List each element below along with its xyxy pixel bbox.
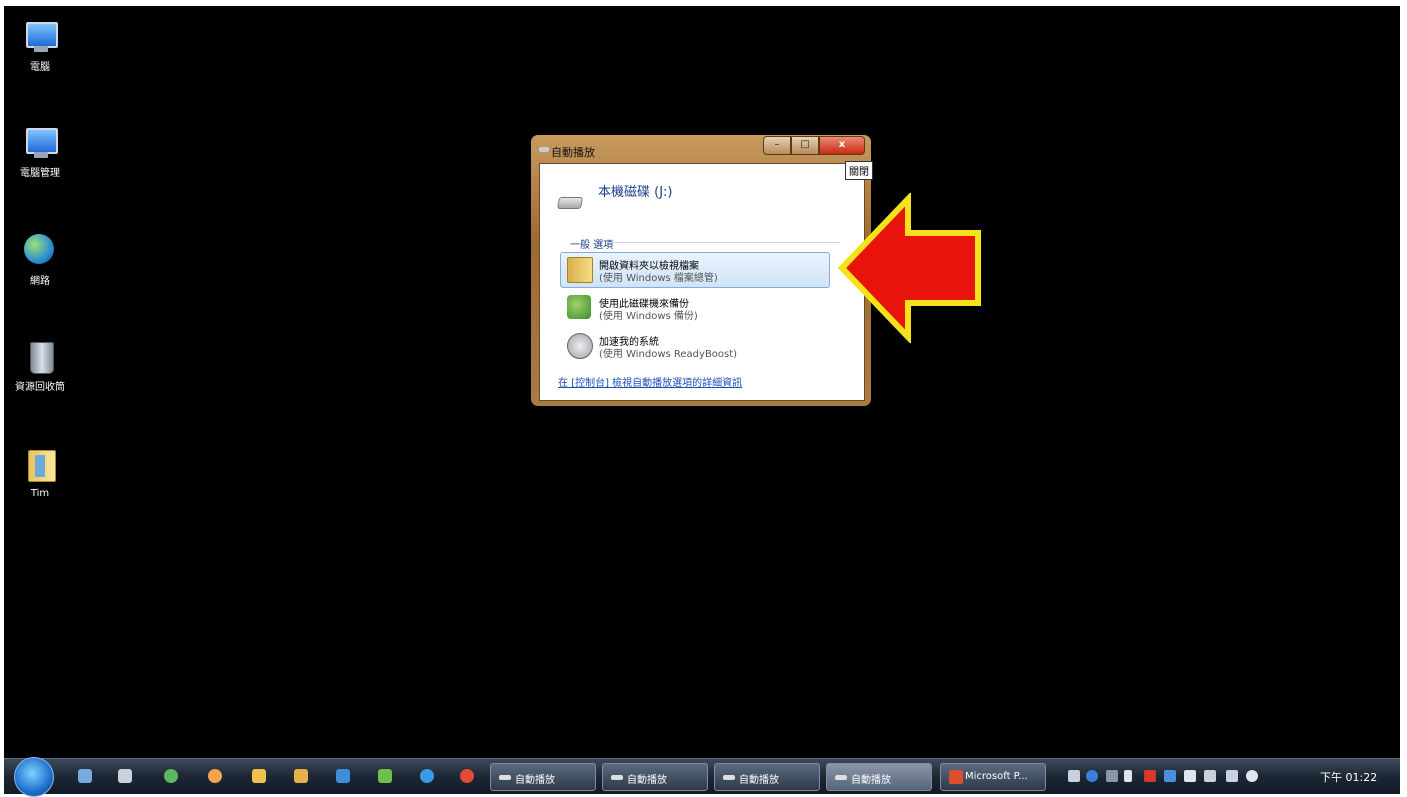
close-button[interactable]: x — [819, 136, 865, 155]
desktop-icon-network[interactable]: 網路 — [6, 232, 74, 288]
drive-title: 本機磁碟 (J:) — [598, 185, 673, 200]
desktop-icon-label: 網路 — [30, 276, 50, 287]
drive-icon — [556, 197, 584, 209]
acrobat-icon[interactable] — [1144, 770, 1156, 782]
section-label: 一般 選項 — [570, 240, 614, 251]
network-icon — [20, 232, 60, 272]
close-tooltip: 關閉 — [845, 161, 873, 180]
taskbar-button-label: 自動播放 — [515, 775, 555, 786]
show-hidden-icons-icon[interactable] — [1124, 770, 1132, 782]
tray-icon[interactable] — [1106, 770, 1118, 782]
quicklaunch-icon[interactable] — [164, 769, 178, 783]
taskbar-button-autoplay[interactable]: 自動播放 — [490, 763, 596, 791]
computer-icon — [20, 18, 60, 58]
section-divider — [610, 242, 840, 243]
autoplay-icon — [499, 775, 511, 780]
option-sub-text: (使用 Windows 檔案總管) — [599, 273, 718, 284]
powerpoint-icon — [949, 770, 963, 784]
signal-icon[interactable] — [1226, 770, 1238, 782]
help-icon[interactable] — [1086, 770, 1098, 782]
action-center-flag-icon[interactable] — [1184, 770, 1196, 782]
autoplay-icon — [835, 775, 847, 780]
option-backup[interactable]: 使用此磁碟機來備份 (使用 Windows 備份) — [560, 290, 830, 326]
readyboost-icon — [567, 333, 593, 359]
autoplay-window-icon — [539, 147, 549, 152]
window-controls: – □ x — [763, 136, 865, 155]
taskbar-button-autoplay[interactable]: 自動播放 — [602, 763, 708, 791]
chrome-icon[interactable] — [460, 769, 474, 783]
volume-icon[interactable] — [1246, 770, 1258, 782]
autoplay-icon — [723, 775, 735, 780]
desktop-icon-user-folder[interactable]: Tim — [6, 444, 74, 500]
quicklaunch-icon[interactable] — [294, 769, 308, 783]
taskbar-button-autoplay[interactable]: 自動播放 — [826, 763, 932, 791]
folder-icon — [567, 257, 593, 283]
quicklaunch-icon[interactable] — [252, 769, 266, 783]
start-button[interactable] — [14, 757, 54, 797]
option-readyboost[interactable]: 加速我的系統 (使用 Windows ReadyBoost) — [560, 328, 830, 364]
taskbar-button-label: Microsoft P... — [965, 771, 1028, 782]
user-folder-icon — [20, 444, 60, 484]
computer-management-icon — [20, 124, 60, 164]
desktop-icon-label: 電腦 — [30, 62, 50, 73]
minimize-button[interactable]: – — [763, 136, 791, 155]
quicklaunch-icon[interactable] — [208, 769, 222, 783]
autoplay-dialog: 自動播放 – □ x 本機磁碟 (J:) 一般 選項 開啟資料夾以檢視檔案 (使… — [531, 135, 871, 406]
taskbar-button-label: 自動播放 — [739, 775, 779, 786]
notification-area: 下午 01:22 — [1064, 759, 1394, 794]
taskbar-clock[interactable]: 下午 01:22 — [1320, 769, 1377, 785]
option-sub-text: (使用 Windows ReadyBoost) — [599, 349, 738, 360]
quicklaunch-icon[interactable] — [78, 769, 92, 783]
taskbar: 自動播放 自動播放 自動播放 自動播放 Microsoft P... 下午 01… — [4, 757, 1400, 797]
quicklaunch-icon[interactable] — [118, 769, 132, 783]
taskbar-button-autoplay[interactable]: 自動播放 — [714, 763, 820, 791]
taskbar-button-powerpoint[interactable]: Microsoft P... — [940, 763, 1046, 791]
maximize-button[interactable]: □ — [791, 136, 819, 155]
option-open-folder[interactable]: 開啟資料夾以檢視檔案 (使用 Windows 檔案總管) — [560, 252, 830, 288]
taskbar-button-label: 自動播放 — [627, 775, 667, 786]
dialog-body: 本機磁碟 (J:) 一般 選項 開啟資料夾以檢視檔案 (使用 Windows 檔… — [539, 163, 865, 401]
red-arrow-annotation — [838, 193, 981, 343]
printer-icon[interactable] — [1068, 770, 1080, 782]
dialog-title: 自動播放 — [551, 146, 595, 159]
autoplay-icon — [611, 775, 623, 780]
option-sub-text: (使用 Windows 備份) — [599, 311, 698, 322]
taskbar-button-label: 自動播放 — [851, 775, 891, 786]
quicklaunch-icon[interactable] — [336, 769, 350, 783]
desktop-icon-recycle-bin[interactable]: 資源回收筒 — [6, 338, 74, 394]
backup-icon — [567, 295, 591, 319]
quicklaunch-icon[interactable] — [378, 769, 392, 783]
quicklaunch-icon[interactable] — [420, 769, 434, 783]
desktop-icon-computer[interactable]: 電腦 — [6, 18, 74, 74]
desktop-icon-computer-management[interactable]: 電腦管理 — [6, 124, 74, 180]
desktop-icon-label: Tim — [30, 488, 50, 499]
control-panel-link[interactable]: 在 [控制台] 檢視自動播放選項的詳細資訊 — [558, 374, 742, 389]
battery-icon[interactable] — [1204, 770, 1216, 782]
desktop-icon-label: 資源回收筒 — [15, 382, 65, 393]
windows-flag-icon[interactable] — [1164, 770, 1176, 782]
recycle-bin-icon — [20, 338, 60, 378]
desktop-icon-label: 電腦管理 — [20, 168, 60, 179]
